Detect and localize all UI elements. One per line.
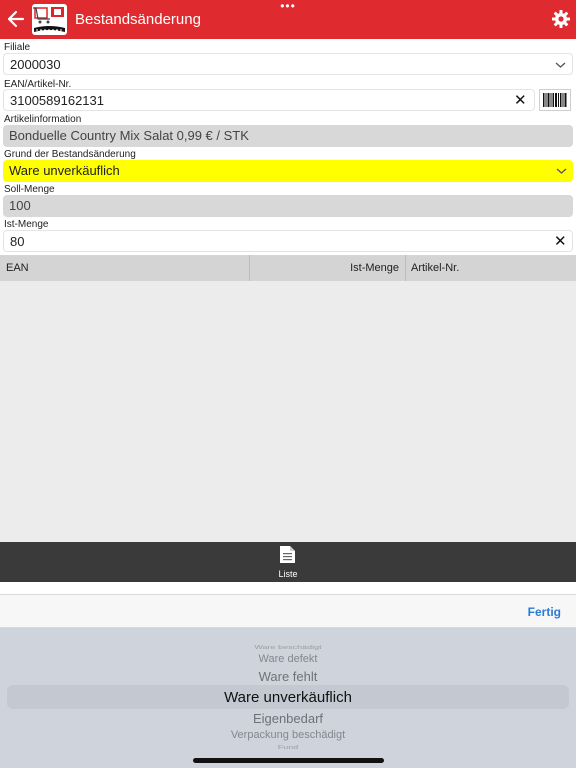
ist-value: 80 [10,234,25,249]
entries-table: EAN Ist-Menge Artikel-Nr. [0,255,576,542]
column-header-ist-menge[interactable]: Ist-Menge [250,255,406,281]
grund-value: Ware unverkäuflich [9,163,120,178]
picker-option[interactable]: Fund [0,744,576,750]
grund-select[interactable]: Ware unverkäuflich [3,160,573,182]
home-indicator[interactable] [193,758,384,763]
clear-ist-icon[interactable]: ✕ [554,231,567,253]
column-header-artikel-nr[interactable]: Artikel-Nr. [406,255,576,281]
grund-label: Grund der Bestandsänderung [4,149,136,160]
picker-option[interactable]: Eigenbedarf [0,711,576,726]
chevron-down-icon [555,62,566,68]
filiale-label: Filiale [4,42,31,53]
artikelinfo-field: Bonduelle Country Mix Salat 0,99 € / STK [3,125,573,147]
picker-toolbar: Fertig [0,594,576,628]
barcode-scan-icon[interactable] [539,89,571,111]
soll-value: 100 [9,198,31,213]
ist-label: Ist-Menge [4,219,49,230]
picker-option[interactable]: Ware defekt [0,653,576,665]
chevron-down-icon [556,168,567,174]
reason-picker-wheel[interactable]: Ware beschädigt Ware defekt Ware fehlt W… [0,628,576,768]
soll-field: 100 [3,195,573,217]
artikelinfo-label: Artikelinformation [4,114,82,125]
artikelinfo-value: Bonduelle Country Mix Salat 0,99 € / STK [9,128,249,143]
soll-label: Soll-Menge [4,184,55,195]
ean-input[interactable]: 3100589162131 ✕ [3,89,535,111]
picker-option[interactable]: Ware fehlt [0,669,576,684]
back-arrow-icon[interactable] [6,8,26,30]
multitask-dots[interactable]: ••• [0,0,576,12]
picker-option-selected[interactable]: Ware unverkäuflich [0,689,576,706]
gear-icon[interactable] [551,9,571,29]
tab-liste-label: Liste [278,569,298,579]
clear-ean-icon[interactable]: ✕ [514,90,527,112]
table-header: EAN Ist-Menge Artikel-Nr. [0,255,576,281]
shopping-cart-logo-icon [32,4,67,35]
ean-value: 3100589162131 [10,93,104,108]
picker-option[interactable]: Ware beschädigt [0,644,576,650]
done-button[interactable]: Fertig [528,605,561,619]
page-title: Bestandsänderung [75,11,201,28]
bottom-tab-bar: Liste [0,542,576,582]
app-header: ••• Bestandsänderung [0,0,576,39]
picker-option[interactable]: Verpackung beschädigt [0,729,576,741]
filiale-select[interactable]: 2000030 [3,53,573,75]
list-document-icon [280,546,295,563]
filiale-value: 2000030 [10,57,61,72]
column-header-ean[interactable]: EAN [0,255,250,281]
ist-input[interactable]: 80 ✕ [3,230,573,252]
